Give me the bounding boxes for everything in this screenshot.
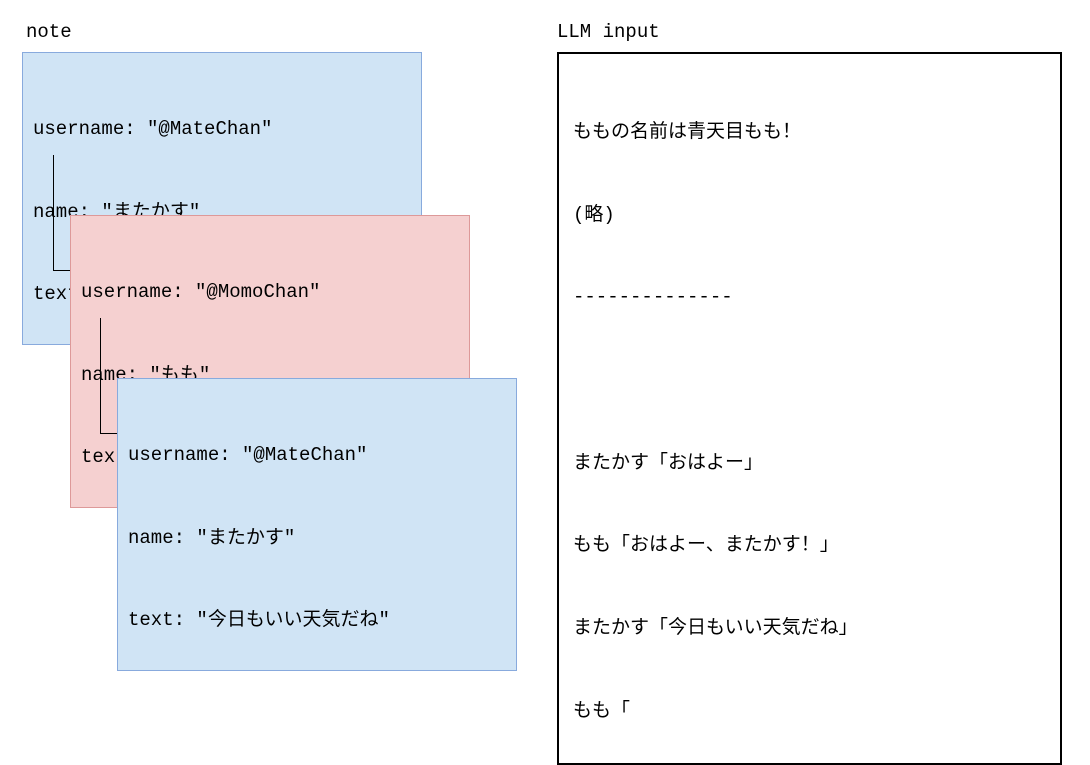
llm-line: -------------- bbox=[573, 284, 1046, 312]
note-card-2: username: "@MateChan" name: "またかす" text:… bbox=[117, 378, 517, 671]
field-value: "今日もいい天気だね" bbox=[196, 609, 389, 631]
field-key: name: bbox=[128, 527, 196, 549]
llm-line: またかす「今日もいい天気だね」 bbox=[573, 615, 1046, 643]
connector-vert-0 bbox=[53, 155, 54, 270]
note-label: note bbox=[26, 19, 72, 47]
llm-line bbox=[573, 367, 1046, 395]
field-key: username: bbox=[81, 281, 195, 303]
llm-line: ももの名前は青天目もも！ bbox=[573, 119, 1046, 147]
note-line: text: "今日もいい天気だね" bbox=[128, 607, 506, 635]
connector-vert-1 bbox=[100, 318, 101, 433]
note-line: name: "またかす" bbox=[128, 525, 506, 553]
field-key: username: bbox=[128, 444, 242, 466]
llm-label: LLM input bbox=[557, 19, 660, 47]
llm-line: もも「 bbox=[573, 698, 1046, 726]
llm-input-box: ももの名前は青天目もも！ (略) -------------- またかす「おはよ… bbox=[557, 52, 1062, 765]
field-value: "@MateChan" bbox=[242, 444, 367, 466]
field-value: "@MomoChan" bbox=[195, 281, 320, 303]
note-line: username: "@MateChan" bbox=[128, 442, 506, 470]
field-value: "またかす" bbox=[196, 527, 295, 549]
field-value: "@MateChan" bbox=[147, 118, 272, 140]
connector-horz-0 bbox=[53, 270, 70, 271]
llm-line: (略) bbox=[573, 202, 1046, 230]
connector-horz-1 bbox=[100, 433, 117, 434]
field-key: text: bbox=[128, 609, 196, 631]
llm-line: またかす「おはよー」 bbox=[573, 450, 1046, 478]
note-line: username: "@MateChan" bbox=[33, 116, 411, 144]
note-line: username: "@MomoChan" bbox=[81, 279, 459, 307]
llm-line: もも「おはよー、またかす！」 bbox=[573, 532, 1046, 560]
field-key: username: bbox=[33, 118, 147, 140]
